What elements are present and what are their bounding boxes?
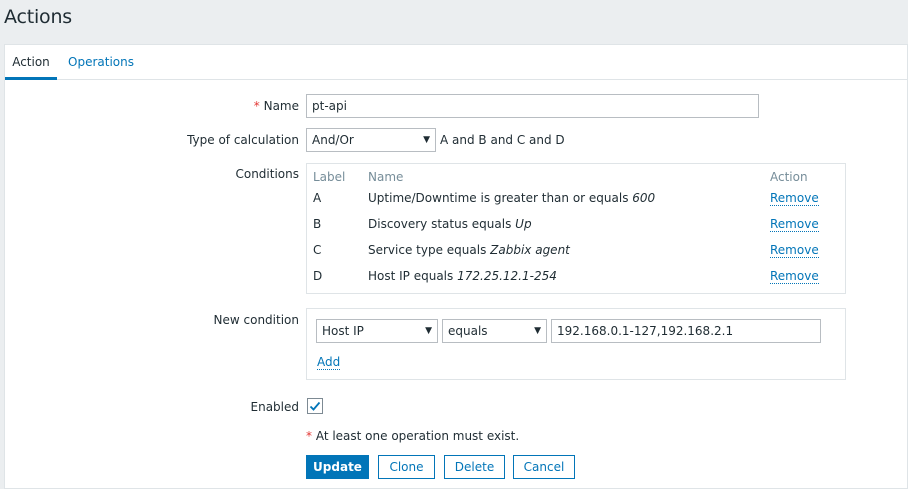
name-input[interactable]: pt-api — [306, 94, 759, 118]
name-label: * Name — [5, 99, 299, 113]
condition-label: B — [313, 217, 322, 231]
condition-name: Discovery status equals Up — [368, 217, 532, 231]
remove-link[interactable]: Remove — [770, 217, 819, 232]
new-condition-box: Host IP ▼ equals ▼ 192.168.0.1-127,192.1… — [306, 308, 846, 380]
condition-remove: Remove — [770, 269, 819, 284]
page-title: Actions — [4, 6, 73, 28]
remove-link[interactable]: Remove — [770, 269, 819, 284]
calc-expression: A and B and C and D — [440, 133, 565, 147]
condition-remove: Remove — [770, 243, 819, 258]
condition-label: C — [313, 243, 322, 257]
chevron-down-icon: ▼ — [423, 135, 430, 145]
chevron-down-icon: ▼ — [425, 326, 432, 336]
conditions-table: Label Name Action A Uptime/Downtime is g… — [306, 163, 846, 294]
condition-label: D — [313, 269, 323, 283]
tab-bar: Action Operations — [5, 45, 907, 80]
required-mark: * — [253, 99, 260, 113]
header-action: Action — [770, 170, 808, 184]
condition-remove: Remove — [770, 217, 819, 232]
condition-name: Uptime/Downtime is greater than or equal… — [368, 191, 656, 205]
checkmark-icon — [309, 401, 321, 411]
conditions-label: Conditions — [235, 167, 299, 181]
condition-name: Host IP equals 172.25.12.1-254 — [368, 269, 557, 283]
chevron-down-icon: ▼ — [534, 326, 541, 336]
clone-button[interactable]: Clone — [378, 455, 435, 479]
remove-link[interactable]: Remove — [770, 243, 819, 258]
condition-type-select[interactable]: Host IP ▼ — [316, 319, 438, 343]
condition-name: Service type equals Zabbix agent — [368, 243, 570, 257]
condition-operator-select[interactable]: equals ▼ — [442, 319, 547, 343]
condition-operator-value: equals — [448, 324, 488, 338]
page-header: Actions — [0, 0, 908, 44]
remove-link[interactable]: Remove — [770, 191, 819, 206]
action-form-container: Action Operations * Name pt-api Type of … — [4, 44, 908, 489]
operation-warning: * At least one operation must exist. — [306, 429, 519, 443]
tab-action[interactable]: Action — [5, 45, 57, 80]
tab-operations[interactable]: Operations — [68, 45, 134, 80]
header-label: Label — [313, 170, 346, 184]
update-button[interactable]: Update — [306, 455, 369, 479]
add-condition-link[interactable]: Add — [317, 355, 341, 370]
calc-type-select[interactable]: And/Or ▼ — [306, 128, 436, 152]
header-name: Name — [368, 170, 404, 184]
new-condition-label: New condition — [213, 313, 299, 327]
condition-remove: Remove — [770, 191, 819, 206]
condition-label: A — [313, 191, 322, 205]
cancel-button[interactable]: Cancel — [513, 455, 575, 479]
calc-type-label: Type of calculation — [187, 133, 299, 147]
calc-type-value: And/Or — [312, 133, 354, 147]
name-label-text: Name — [263, 99, 299, 113]
enabled-checkbox[interactable] — [307, 398, 323, 414]
condition-value-input[interactable]: 192.168.0.1-127,192.168.2.1 — [551, 319, 821, 343]
condition-type-value: Host IP — [322, 324, 364, 338]
enabled-label: Enabled — [250, 400, 300, 414]
delete-button[interactable]: Delete — [444, 455, 505, 479]
warning-text: At least one operation must exist. — [312, 429, 520, 443]
